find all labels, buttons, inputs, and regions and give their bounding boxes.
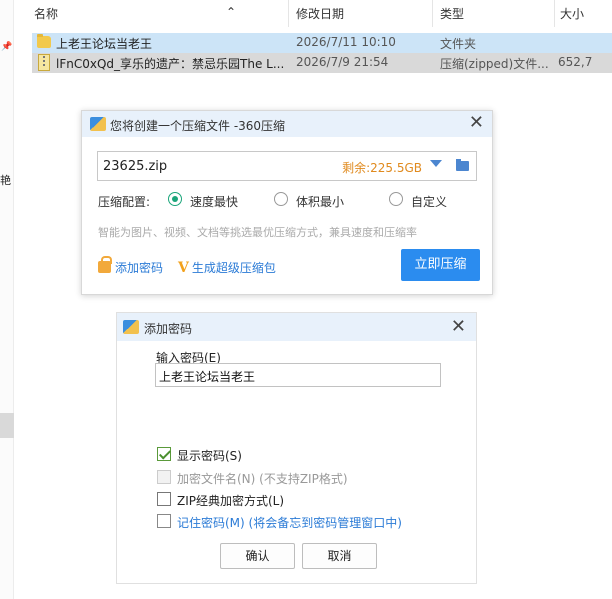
radio-label[interactable]: 速度最快 <box>190 193 238 210</box>
column-modified[interactable]: 修改日期 <box>296 5 344 22</box>
compress-dialog-titlebar[interactable]: 您将创建一个压缩文件 -360压缩 ✕ <box>82 111 492 137</box>
nav-item-label[interactable]: 艳 <box>0 172 11 188</box>
column-type[interactable]: 类型 <box>440 5 464 22</box>
column-divider[interactable] <box>288 0 289 27</box>
browse-folder-icon[interactable] <box>456 159 469 171</box>
checkbox-label[interactable]: 显示密码(S) <box>177 447 242 464</box>
compress-dialog-title: 您将创建一个压缩文件 -360压缩 <box>110 119 286 133</box>
archive-name-field[interactable]: 23625.zip 剩余:225.5GB <box>97 151 477 181</box>
checkbox-box[interactable] <box>157 514 171 528</box>
radio-label[interactable]: 体积最小 <box>296 193 344 210</box>
column-header: 名称 ⌃ 修改日期 类型 大小 <box>18 0 612 27</box>
compress-config-label: 压缩配置: <box>98 195 151 209</box>
checkbox-box[interactable] <box>157 447 171 461</box>
password-dialog-title: 添加密码 <box>144 322 193 336</box>
checkbox-box <box>157 470 171 484</box>
column-divider[interactable] <box>432 0 433 27</box>
password-dialog-titlebar[interactable]: 添加密码 ✕ <box>117 313 476 341</box>
close-icon[interactable]: ✕ <box>451 317 466 337</box>
super-zip-label[interactable]: 生成超级压缩包 <box>192 261 276 275</box>
archive-filename[interactable]: 23625.zip <box>103 159 167 174</box>
file-size: 652,7 <box>558 55 593 69</box>
checkbox-label[interactable]: 记住密码(M) (将会备忘到密码管理窗口中) <box>177 514 402 531</box>
cancel-button[interactable]: 取消 <box>302 543 377 569</box>
compress-hint: 智能为图片、视频、文档等挑选最优压缩方式，兼具速度和压缩率 <box>98 226 417 239</box>
checkbox-label[interactable]: ZIP经典加密方式(L) <box>177 492 284 509</box>
zip-icon <box>38 54 50 71</box>
folder-icon <box>37 34 51 48</box>
compress-now-button[interactable]: 立即压缩 <box>401 249 480 281</box>
checkbox-box[interactable] <box>157 492 171 506</box>
column-size[interactable]: 大小 <box>560 5 584 22</box>
radio-label[interactable]: 自定义 <box>411 193 447 210</box>
navigation-pane: 📌 艳 <box>0 0 14 599</box>
column-divider[interactable] <box>554 0 555 27</box>
password-field[interactable]: 上老王论坛当老王 <box>155 363 441 387</box>
compress-dialog: 您将创建一个压缩文件 -360压缩 ✕ 23625.zip 剩余:225.5GB… <box>81 110 493 295</box>
super-zip-link[interactable]: V 生成超级压缩包 <box>178 259 276 276</box>
add-password-link[interactable]: 添加密码 <box>98 256 163 276</box>
radio-button[interactable] <box>274 192 288 206</box>
app-360zip-icon <box>123 320 139 334</box>
file-modified: 2026/7/11 10:10 <box>296 35 396 49</box>
password-dialog: 添加密码 ✕ 输入密码(E) 上老王论坛当老王 显示密码(S) 加密文件名(N)… <box>116 312 477 584</box>
sort-arrow-icon: ⌃ <box>226 5 237 19</box>
column-name[interactable]: 名称 <box>34 5 58 22</box>
pin-icon[interactable]: 📌 <box>1 42 12 52</box>
file-row[interactable]: 上老王论坛当老王 2026/7/11 10:10 文件夹 <box>32 33 612 53</box>
file-type: 文件夹 <box>440 37 477 51</box>
file-name: lFnC0xQd_享乐的遗产：禁忌乐园The L... <box>56 57 285 71</box>
file-type: 压缩(zipped)文件... <box>440 57 549 71</box>
radio-button[interactable] <box>168 192 182 206</box>
nav-selected-item[interactable] <box>0 413 14 438</box>
password-value[interactable]: 上老王论坛当老王 <box>159 368 255 385</box>
file-name: 上老王论坛当老王 <box>56 37 153 51</box>
close-icon[interactable]: ✕ <box>469 113 484 133</box>
checkbox-label: 加密文件名(N) (不支持ZIP格式) <box>177 472 348 486</box>
vip-icon: V <box>178 260 189 276</box>
remaining-space: 剩余:225.5GB <box>342 161 422 175</box>
lock-icon <box>98 256 112 273</box>
radio-button[interactable] <box>389 192 403 206</box>
app-360zip-icon <box>90 117 106 131</box>
dropdown-arrow-icon[interactable] <box>430 160 442 167</box>
file-row[interactable]: lFnC0xQd_享乐的遗产：禁忌乐园The L... 2026/7/9 21:… <box>32 53 612 73</box>
confirm-button[interactable]: 确认 <box>220 543 295 569</box>
file-modified: 2026/7/9 21:54 <box>296 55 389 69</box>
add-password-label[interactable]: 添加密码 <box>115 261 163 275</box>
